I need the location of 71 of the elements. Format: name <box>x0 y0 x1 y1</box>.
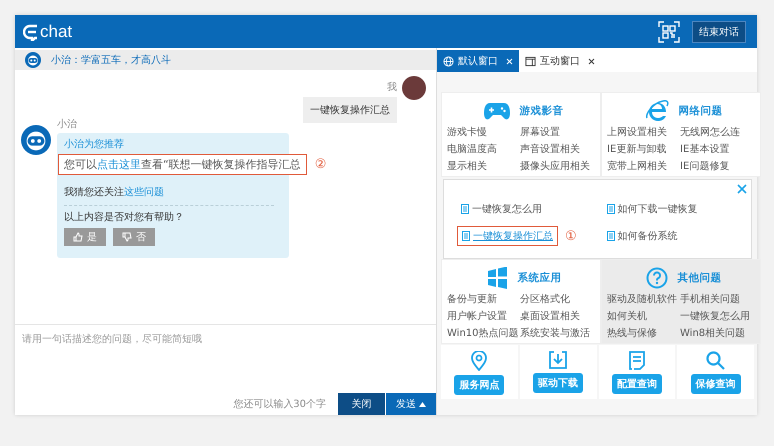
window-icon <box>525 56 536 66</box>
search-icon <box>706 351 726 370</box>
topic-link[interactable]: 无线网怎么连 <box>680 125 760 139</box>
topic-link[interactable]: 电脑温度高 <box>447 142 520 156</box>
thumbs-down-icon <box>122 232 132 242</box>
sender-name: 小治 <box>57 118 77 131</box>
callout-number: ② <box>314 157 326 172</box>
suggestion-text: 我猜您还关注这些问题 <box>64 186 164 199</box>
thumbs-up-icon <box>73 232 83 242</box>
logo-text: chat <box>40 22 72 42</box>
browser-e-icon <box>644 100 668 122</box>
topic-link[interactable]: 驱动及随机软件 <box>607 292 680 306</box>
topic-link[interactable]: 系统安装与激活 <box>520 326 600 340</box>
topic-link[interactable]: 热线与保修 <box>607 326 680 340</box>
article-link[interactable]: 一键恢复怎么用 <box>457 200 546 218</box>
send-button[interactable]: 发送 <box>386 393 436 415</box>
topic-link[interactable]: 屏幕设置 <box>520 125 600 139</box>
topic-link[interactable]: 显示相关 <box>447 159 520 173</box>
article-link[interactable]: 如何下载一键恢复 <box>602 200 702 218</box>
user-avatar <box>402 76 426 100</box>
topic-link[interactable]: 一键恢复怎么用 <box>680 309 760 323</box>
caret-up-icon <box>419 402 426 407</box>
topic-link[interactable]: 游戏卡慢 <box>447 125 520 139</box>
agent-motto: 小治：学富五车，才高八斗 <box>51 54 171 67</box>
download-icon <box>549 351 568 369</box>
topic-link[interactable]: Win10热点问题 <box>447 326 520 340</box>
user-message: 一键恢复操作汇总 <box>303 97 397 123</box>
topic-link[interactable]: IE更新与卸载 <box>607 142 680 156</box>
qr-code-icon[interactable] <box>658 20 680 42</box>
topic-link[interactable]: 上网设置相关 <box>607 125 680 139</box>
topic-link[interactable]: 宽带上网相关 <box>607 159 680 173</box>
document-icon <box>606 204 614 214</box>
windows-icon <box>486 267 508 289</box>
article-link[interactable]: 如何备份系统 <box>602 227 682 245</box>
feedback-question: 以上内容是否对您有帮助？ <box>64 210 184 224</box>
robot-avatar-icon <box>25 52 41 68</box>
topic-link[interactable]: IE问题修复 <box>680 159 760 173</box>
close-icon[interactable] <box>588 58 595 64</box>
highlighted-sentence: 您可以点击这里查看“联想一键恢复操作指导汇总 <box>58 154 307 175</box>
click-here-link[interactable]: 点击这里 <box>97 158 141 171</box>
topic-link[interactable]: 桌面设置相关 <box>520 309 600 323</box>
gamepad-icon <box>484 102 510 120</box>
document-icon <box>461 204 469 214</box>
robot-avatar-icon <box>21 125 51 155</box>
globe-icon <box>443 56 454 66</box>
topic-link[interactable]: 备份与更新 <box>447 292 520 306</box>
topic-link[interactable]: 用户帐户设置 <box>447 309 520 323</box>
category-title[interactable]: 系统应用 <box>518 271 562 285</box>
recommend-heading: 小治为您推荐 <box>64 138 124 151</box>
window-tab[interactable]: 默认窗口 <box>437 50 519 72</box>
close-button[interactable]: 关闭 <box>338 393 385 415</box>
category-title[interactable]: 网络问题 <box>678 104 722 118</box>
document-icon <box>628 351 645 370</box>
topic-link[interactable]: Win8相关问题 <box>680 326 760 340</box>
topic-link[interactable]: 手机相关问题 <box>680 292 760 306</box>
question-icon <box>646 267 668 289</box>
map-pin-icon <box>471 351 488 371</box>
topic-link[interactable]: 摄像头应用相关 <box>520 159 600 173</box>
category-title[interactable]: 游戏影音 <box>520 104 564 118</box>
document-icon <box>606 231 614 241</box>
callout-number: ① <box>565 228 577 244</box>
article-link[interactable]: 一键恢复操作汇总 <box>457 226 558 246</box>
character-counter: 您还可以输入30个字 <box>233 398 326 411</box>
end-chat-button[interactable]: 结束对话 <box>692 20 746 42</box>
topic-link[interactable]: 如何关机 <box>607 309 680 323</box>
document-icon <box>462 231 470 241</box>
topic-link[interactable]: IE基本设置 <box>680 142 760 156</box>
sender-name: 我 <box>387 80 397 94</box>
topic-link[interactable]: 分区格式化 <box>520 292 600 306</box>
topic-link[interactable]: 声音设置相关 <box>520 142 600 156</box>
logo-icon <box>23 22 39 40</box>
